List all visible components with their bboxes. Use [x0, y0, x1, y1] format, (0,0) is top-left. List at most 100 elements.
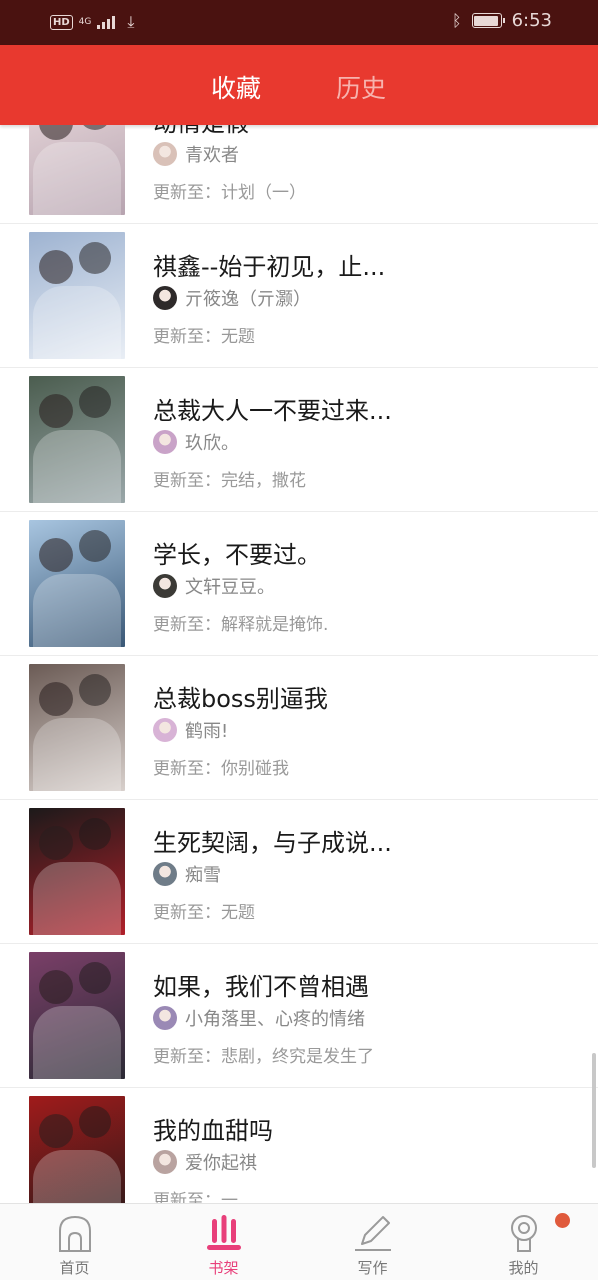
cover-figure	[33, 1006, 121, 1079]
book-cover-image	[29, 952, 125, 1079]
book-title[interactable]: 总裁boss别逼我	[153, 679, 328, 714]
tabbar-item-write[interactable]: 写作	[298, 1204, 447, 1280]
book-item[interactable]: 我的血甜吗爱你起祺更新至：一	[0, 1088, 598, 1203]
latest-chapter: 更新至：完结，撒花	[153, 471, 306, 491]
author-name: 痴雪	[185, 865, 221, 886]
tabbar-item-home[interactable]: 首页	[0, 1204, 149, 1280]
network-type: 4G	[78, 16, 92, 27]
book-item[interactable]: 生死契阔，与子成说... 痴雪 更新至：无题	[0, 800, 598, 944]
bottom-tabbar: 首页 书架 写作 我的	[0, 1203, 598, 1280]
cover-figure	[79, 674, 111, 706]
book-title[interactable]: 祺鑫--始于初见，止...	[153, 247, 385, 282]
book-title[interactable]: 动情是假	[153, 125, 249, 138]
cover-figure	[79, 530, 111, 562]
cover-figure	[33, 574, 121, 647]
author-avatar	[153, 574, 177, 598]
book-title[interactable]: 总裁大人一不要过来...	[153, 391, 392, 426]
author-name: 鹤雨!	[185, 721, 229, 742]
scrollbar[interactable]	[592, 1053, 596, 1168]
cover-figure	[33, 286, 121, 359]
tabbar-label-profile: 我的	[508, 1259, 539, 1277]
author-avatar	[153, 430, 177, 454]
cover-figure	[33, 142, 121, 215]
cover-figure	[79, 242, 111, 274]
author-avatar	[153, 142, 177, 166]
author-avatar	[153, 1006, 177, 1030]
book-cover-image	[29, 808, 125, 935]
clock: 6:53	[511, 10, 552, 31]
book-item[interactable]: 祺鑫--始于初见，止... 亓筱逸（亓灏） 更新至：无题	[0, 224, 598, 368]
author-row: 鹤雨!	[153, 717, 228, 743]
battery-icon	[471, 13, 505, 28]
book-cover-image	[29, 1096, 125, 1203]
bookshelf-list-inner: 动情是假青欢者更新至：计划（一） 祺鑫--始于初见，止... 亓筱逸（亓灏） 更新至：…	[0, 125, 598, 1203]
author-name: 玖欣。	[185, 433, 239, 454]
author-avatar	[153, 1150, 177, 1174]
author-avatar	[153, 718, 177, 742]
profile-icon	[510, 1215, 537, 1252]
book-item[interactable]: 动情是假青欢者更新至：计划（一）	[0, 125, 598, 224]
hd-badge: HD	[50, 14, 73, 30]
author-row: 痴雪	[153, 861, 221, 887]
book-cover-image	[29, 125, 125, 215]
bookshelf-list[interactable]: 动情是假青欢者更新至：计划（一） 祺鑫--始于初见，止... 亓筱逸（亓灏） 更新至：…	[0, 125, 598, 1203]
signal-icon	[97, 15, 116, 29]
book-title[interactable]: 学长，不要过。	[153, 535, 321, 570]
author-avatar	[153, 862, 177, 886]
book-cover-image	[29, 520, 125, 647]
book-item[interactable]: 学长，不要过。文轩豆豆。更新至：解释就是掩饰.	[0, 512, 598, 656]
latest-chapter: 更新至：一	[153, 1191, 238, 1203]
cover-figure	[39, 394, 73, 428]
book-item[interactable]: 如果，我们不曾相遇小角落里、心疼的情绪更新至：悲剧，终究是发生了	[0, 944, 598, 1088]
book-item[interactable]: 总裁boss别逼我鹤雨! 更新至：你别碰我	[0, 656, 598, 800]
cover-figure	[79, 1106, 111, 1138]
latest-chapter: 更新至：解释就是掩饰.	[153, 615, 329, 635]
tabbar-item-profile[interactable]: 我的	[449, 1204, 598, 1280]
book-cover-image	[29, 232, 125, 359]
cover-figure	[39, 826, 73, 860]
latest-chapter: 更新至：你别碰我	[153, 759, 289, 779]
author-name: 亓筱逸（亓灏）	[185, 289, 311, 310]
author-row: 亓筱逸（亓灏）	[153, 285, 311, 311]
book-title[interactable]: 我的血甜吗	[153, 1111, 273, 1146]
cover-figure	[39, 125, 73, 140]
author-row: 文轩豆豆。	[153, 573, 275, 599]
tabbar-label-home: 首页	[59, 1259, 90, 1277]
tab-favorites[interactable]: 收藏	[211, 69, 261, 105]
cover-figure	[39, 682, 73, 716]
cover-figure	[39, 1114, 73, 1148]
book-cover-image	[29, 664, 125, 791]
latest-chapter: 更新至：计划（一）	[153, 183, 306, 203]
bookshelf-icon	[206, 1215, 241, 1250]
bluetooth-icon: ᛒ	[451, 11, 462, 30]
tabbar-label-write: 写作	[357, 1259, 388, 1277]
status-bar: HD 4G ⤓ ᛒ 6:53	[0, 0, 598, 45]
tabbar-label-bookshelf: 书架	[208, 1259, 239, 1277]
home-icon	[58, 1215, 91, 1252]
cover-figure	[39, 250, 73, 284]
author-name: 爱你起祺	[185, 1153, 257, 1174]
status-right: ᛒ 6:53	[452, 10, 552, 31]
cover-figure	[79, 818, 111, 850]
author-row: 青欢者	[153, 141, 239, 167]
battery-fill	[474, 15, 498, 26]
cover-figure	[79, 125, 111, 130]
notification-dot	[555, 1213, 570, 1228]
cover-figure	[33, 718, 121, 791]
cover-figure	[33, 430, 121, 503]
cover-figure	[39, 538, 73, 572]
download-icon: ⤓	[127, 12, 135, 31]
author-name: 文轩豆豆。	[185, 577, 275, 598]
status-left: HD 4G ⤓	[50, 12, 134, 32]
tab-history[interactable]: 历史	[336, 69, 386, 105]
author-name: 小角落里、心疼的情绪	[185, 1009, 365, 1030]
latest-chapter: 更新至：无题	[153, 327, 255, 347]
latest-chapter: 更新至：悲剧，终究是发生了	[153, 1047, 374, 1067]
author-avatar	[153, 286, 177, 310]
cover-figure	[79, 386, 111, 418]
book-title[interactable]: 如果，我们不曾相遇	[153, 967, 369, 1002]
tabbar-item-bookshelf[interactable]: 书架	[149, 1204, 298, 1280]
book-item[interactable]: 总裁大人一不要过来... 玖欣。更新至：完结，撒花	[0, 368, 598, 512]
book-title[interactable]: 生死契阔，与子成说...	[153, 823, 392, 858]
author-row: 爱你起祺	[153, 1149, 257, 1175]
